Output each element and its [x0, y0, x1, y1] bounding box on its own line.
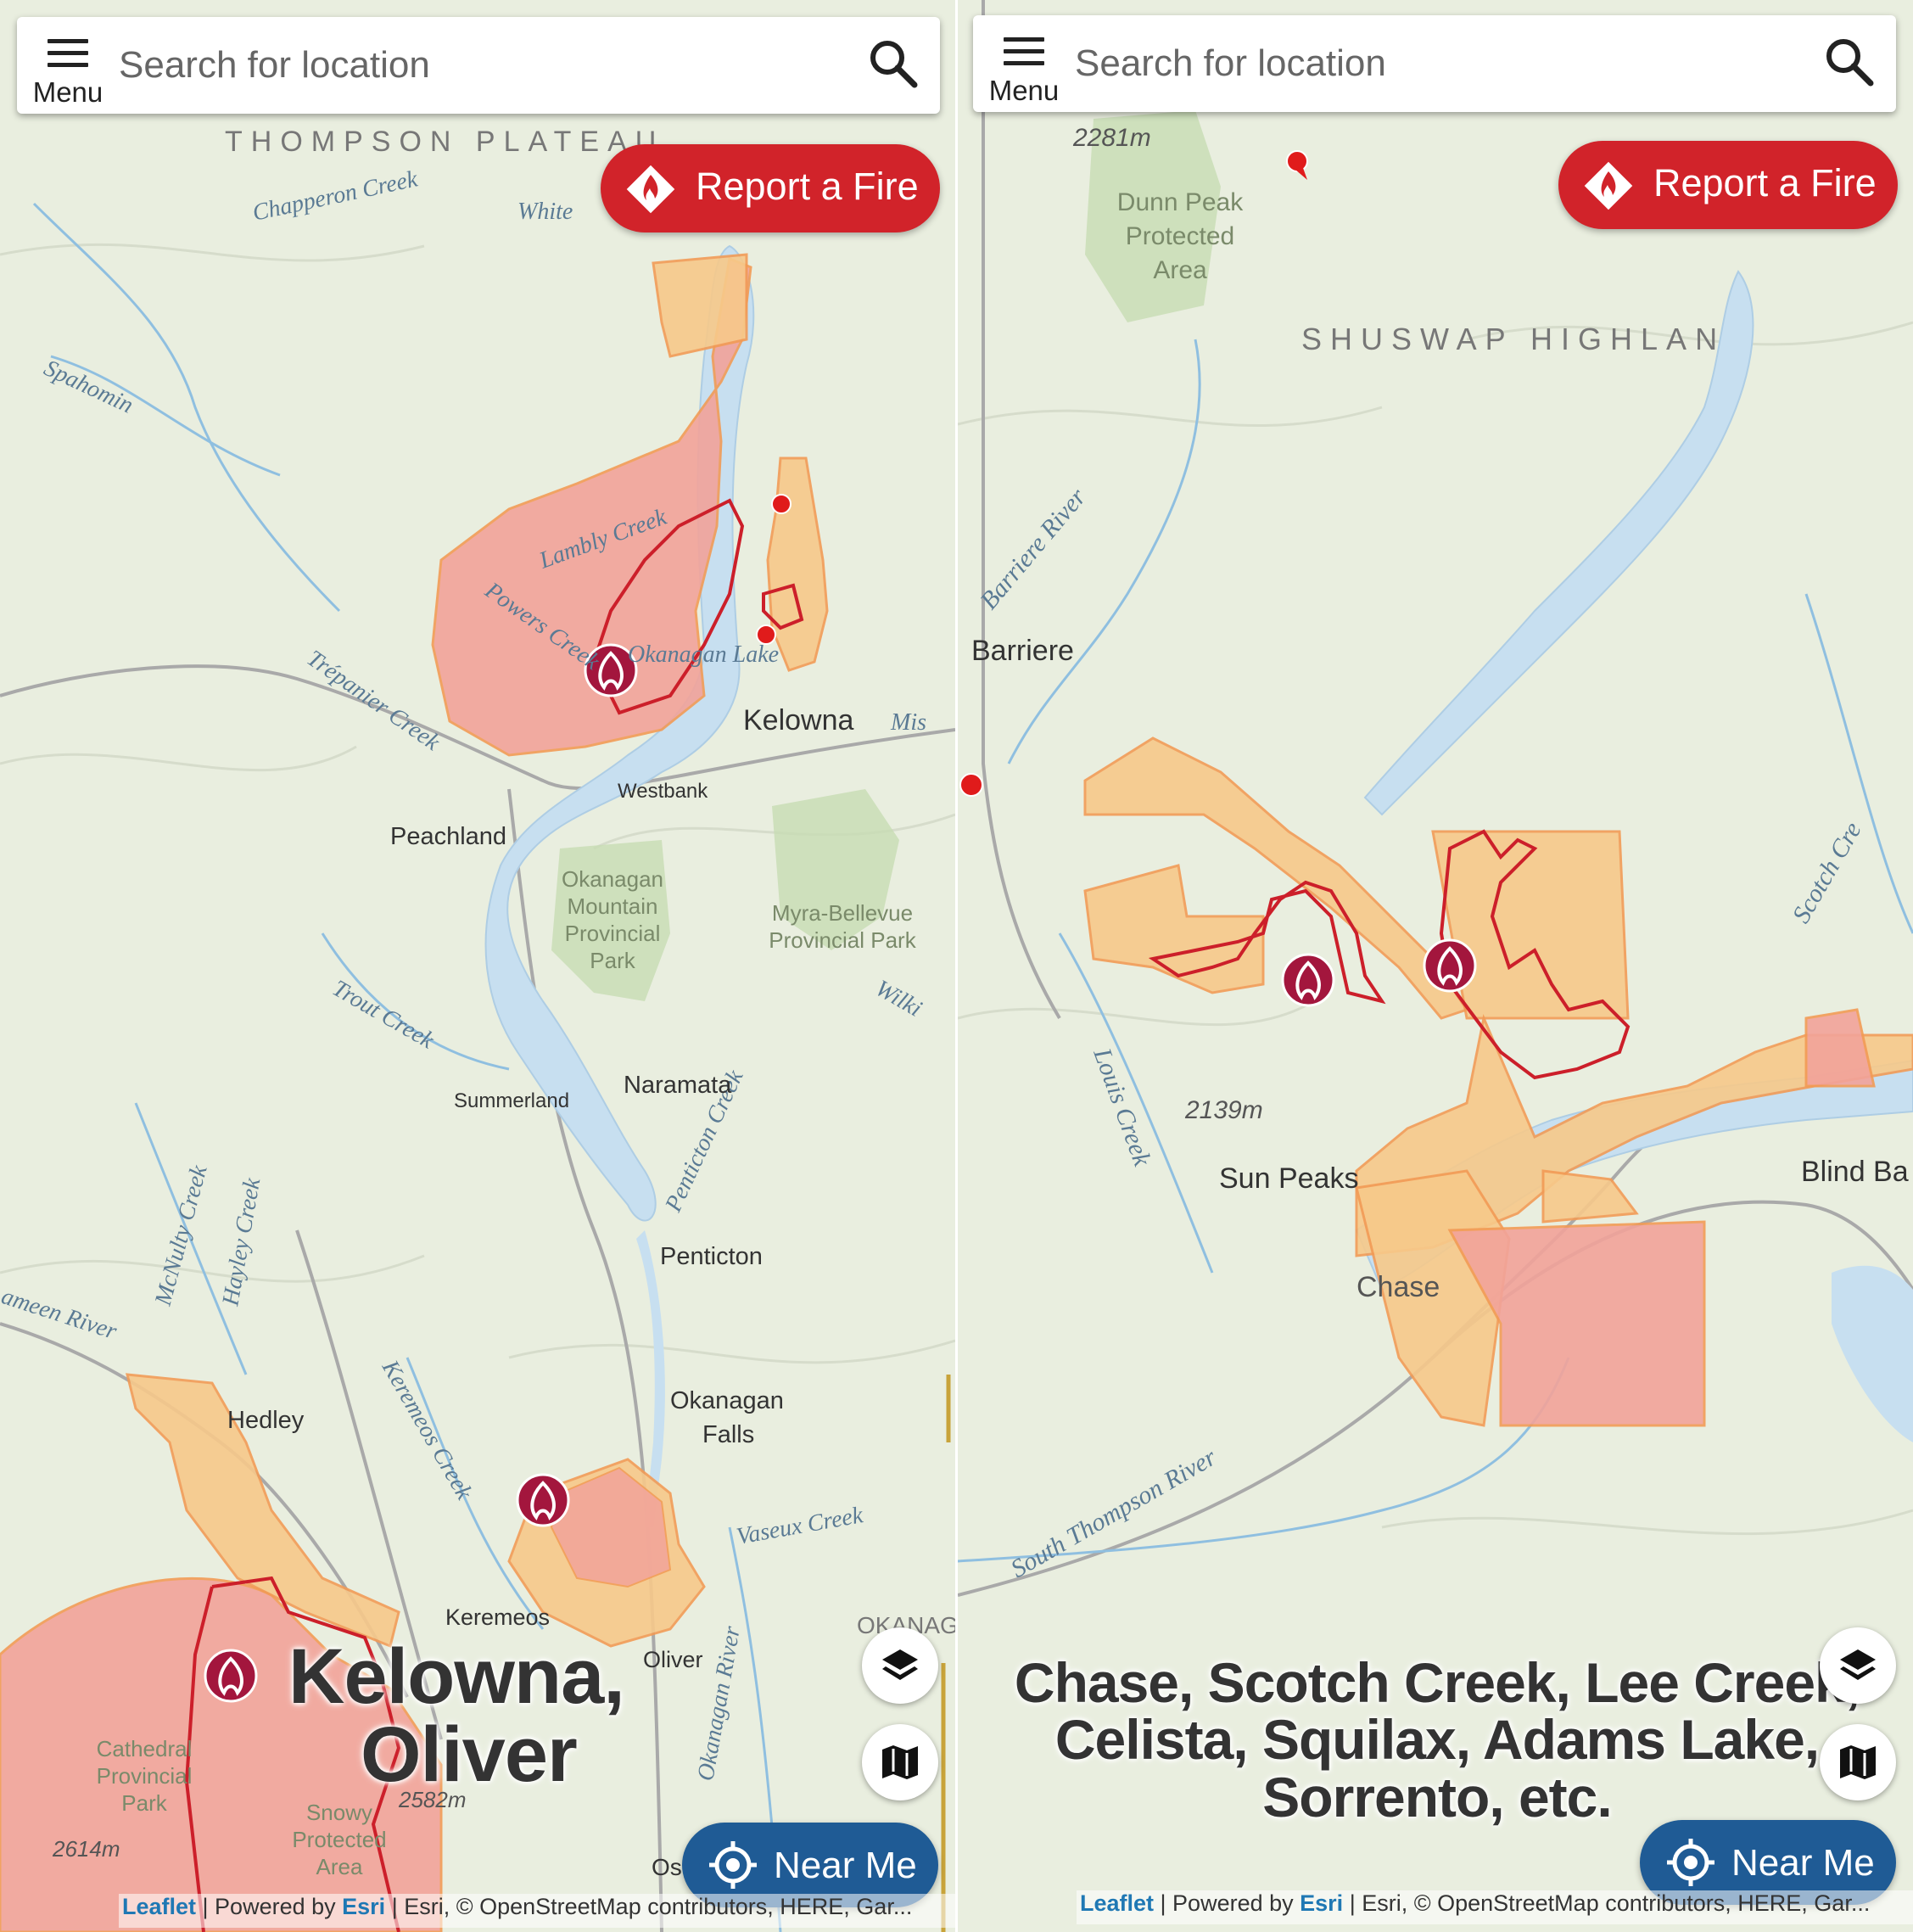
- overlay-caption: Chase, Scotch Creek, Lee Creek, Celista,…: [1009, 1651, 1865, 1828]
- menu-label: Menu: [988, 75, 1060, 106]
- elevation-label: 2614m: [52, 1836, 120, 1862]
- map-label-shuswap-highland: SHUSWAP HIGHLAN: [1301, 322, 1726, 356]
- locate-icon: [1667, 1839, 1714, 1886]
- menu-label: Menu: [32, 76, 103, 108]
- search-icon[interactable]: [865, 36, 921, 92]
- park-label-line: Okanagan: [562, 866, 663, 892]
- search-input[interactable]: [1073, 36, 1772, 92]
- park-label-line: Snowy: [306, 1800, 372, 1825]
- map-label-chase: Chase: [1356, 1271, 1440, 1303]
- search-bar: Menu: [17, 17, 940, 114]
- map-label-keremeos: Keremeos: [445, 1604, 550, 1630]
- report-fire-label: Report a Fire: [696, 165, 919, 208]
- basemap-button[interactable]: [1820, 1724, 1896, 1800]
- park-label-line: Mountain: [568, 893, 658, 919]
- map-label-hedley: Hedley: [227, 1407, 305, 1434]
- attribution-text: | Esri, © OpenStreetMap contributors, HE…: [385, 1894, 913, 1919]
- basemap-button[interactable]: [862, 1724, 938, 1800]
- elevation-label: 2139m: [1184, 1096, 1263, 1124]
- attribution-text: | Powered by: [196, 1894, 343, 1919]
- park-label-line: Protected: [292, 1827, 386, 1852]
- map-label-mission: Mis: [890, 709, 926, 736]
- elevation-label: 2281m: [1072, 124, 1151, 152]
- park-label-line: Area: [316, 1854, 363, 1879]
- park-label-line: Park: [590, 948, 635, 973]
- map-label-os: Os: [652, 1854, 682, 1880]
- caption-line: Kelowna,: [288, 1633, 625, 1720]
- fire-report-icon: [626, 165, 675, 214]
- map-icon: [882, 1745, 918, 1779]
- park-label-line: Provincial: [565, 921, 661, 946]
- map-label-peachland: Peachland: [390, 823, 506, 850]
- map-label-blind-bay: Blind Ba: [1801, 1156, 1909, 1188]
- near-me-label: Near Me: [774, 1845, 917, 1886]
- map-label-naramata: Naramata: [624, 1072, 732, 1099]
- caption-line: Sorrento, etc.: [1262, 1765, 1612, 1828]
- layers-icon: [882, 1649, 918, 1680]
- map-label-whiteman: White: [517, 199, 573, 225]
- fire-of-note-marker[interactable]: [1423, 938, 1477, 993]
- evac-zone-adams-lake[interactable]: [1431, 830, 1630, 1020]
- attribution-text: | Powered by: [1154, 1890, 1301, 1916]
- park-label-line: Provincial: [97, 1763, 193, 1789]
- layers-button[interactable]: [862, 1627, 938, 1704]
- map-label-okanagan-lake: Okanagan Lake: [628, 641, 779, 668]
- map-label-thompson-plateau: THOMPSON PLATEAU: [225, 126, 664, 158]
- search-bar: Menu: [973, 15, 1896, 112]
- park-label-line: Cathedral: [97, 1736, 193, 1761]
- map-icon: [1840, 1745, 1876, 1779]
- map-label-kelowna: Kelowna: [743, 704, 854, 736]
- wildfire-map-right[interactable]: Barriere River Scotch Cre Louis Creek So…: [958, 0, 1913, 1932]
- map-label-okanagan-falls-1: Okanagan: [670, 1387, 784, 1414]
- caption-line: Celista, Squilax, Adams Lake,: [1054, 1708, 1820, 1772]
- fire-of-note-marker[interactable]: [1281, 953, 1335, 1007]
- report-fire-label: Report a Fire: [1653, 161, 1877, 204]
- fire-point-marker[interactable]: [959, 773, 983, 797]
- layers-button[interactable]: [1820, 1627, 1896, 1704]
- map-attribution: Leaflet | Powered by Esri | Esri, © Open…: [119, 1894, 955, 1928]
- map-label-westbank: Westbank: [618, 780, 708, 803]
- map-panel-left[interactable]: Chapperon Creek White Spahomin Lambly Cr…: [0, 0, 955, 1932]
- map-attribution: Leaflet | Powered by Esri | Esri, © Open…: [1077, 1890, 1913, 1924]
- caption-line: Oliver: [361, 1711, 578, 1798]
- hamburger-icon: [1004, 37, 1044, 66]
- report-fire-button[interactable]: Report a Fire: [1558, 141, 1898, 229]
- menu-button[interactable]: Menu: [983, 24, 1065, 106]
- park-label-line: Myra-Bellevue: [772, 900, 913, 926]
- evac-zone-north[interactable]: [652, 253, 748, 358]
- attribution-text: | Esri, © OpenStreetMap contributors, HE…: [1343, 1890, 1871, 1916]
- map-label-summerland: Summerland: [454, 1089, 569, 1112]
- esri-link[interactable]: Esri: [1300, 1890, 1343, 1916]
- map-label-barriere: Barriere: [971, 635, 1074, 667]
- fire-report-icon: [1584, 161, 1633, 210]
- hamburger-icon: [48, 39, 88, 68]
- park-label-line: Provincial Park: [769, 927, 916, 953]
- leaflet-link[interactable]: Leaflet: [1080, 1890, 1154, 1916]
- near-me-label: Near Me: [1731, 1842, 1875, 1884]
- fire-point-marker[interactable]: [771, 494, 791, 514]
- fire-of-note-marker[interactable]: [516, 1473, 570, 1527]
- search-input[interactable]: [117, 37, 816, 93]
- layers-icon: [1840, 1649, 1876, 1680]
- map-label-penticton: Penticton: [660, 1243, 763, 1270]
- locate-icon: [709, 1841, 757, 1889]
- park-label-line: Area: [1153, 256, 1207, 284]
- menu-button[interactable]: Menu: [27, 25, 109, 108]
- esri-link[interactable]: Esri: [342, 1894, 385, 1919]
- report-fire-button[interactable]: Report a Fire: [601, 144, 940, 232]
- caption-line: Chase, Scotch Creek, Lee Creek,: [1014, 1651, 1860, 1714]
- map-label-sun-peaks: Sun Peaks: [1219, 1162, 1358, 1195]
- map-panel-right[interactable]: Barriere River Scotch Cre Louis Creek So…: [958, 0, 1913, 1932]
- leaflet-link[interactable]: Leaflet: [122, 1894, 196, 1919]
- map-label-okanagan-falls-2: Falls: [702, 1421, 754, 1448]
- park-label-line: Dunn Peak: [1117, 188, 1244, 216]
- park-label-line: Protected: [1126, 222, 1234, 250]
- fire-of-note-marker[interactable]: [204, 1649, 258, 1703]
- park-label-line: Park: [121, 1790, 167, 1816]
- overlay-caption: Kelowna, Oliver: [288, 1638, 679, 1794]
- search-icon[interactable]: [1821, 34, 1877, 90]
